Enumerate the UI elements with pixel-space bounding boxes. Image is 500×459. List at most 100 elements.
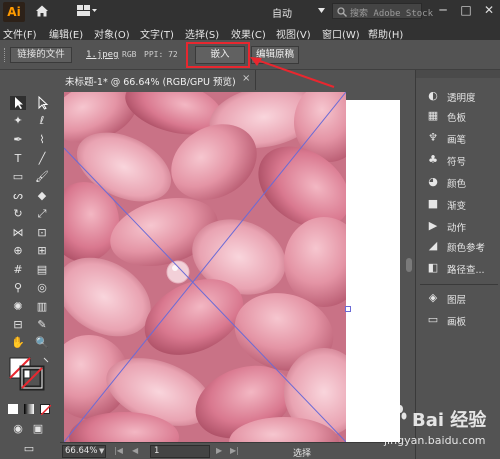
gradient-mode-icon[interactable]	[24, 404, 34, 414]
panel-label: 画笔	[447, 135, 467, 146]
canvas-area[interactable]	[60, 90, 403, 442]
column-graph-tool-icon[interactable]: ▥	[34, 300, 50, 314]
menu-file[interactable]: 文件(F)	[3, 26, 37, 41]
maximize-button[interactable]: □	[459, 3, 473, 17]
type-tool-icon[interactable]: T	[10, 152, 26, 166]
scale-tool-icon[interactable]: ⤢	[34, 207, 50, 221]
tools-panel: ✦ ℓ ✒ ⌇ T ╱ ▭ 🖌 ᔕ ◆ ↻ ⤢ ⋈ ⊡ ⊕ ⊞ # ▤ ⚲ ◎ …	[0, 70, 60, 459]
eraser-tool-icon[interactable]: ◆	[34, 189, 50, 203]
next-page-icon[interactable]: ▶	[216, 446, 222, 455]
panel-pathfinder[interactable]: ◧ 路径查...	[424, 260, 500, 276]
hand-tool-icon[interactable]: ✋	[10, 336, 26, 350]
shape-builder-tool-icon[interactable]: ⊕	[10, 244, 26, 258]
search-icon	[337, 7, 347, 17]
last-page-icon[interactable]: ▶|	[230, 446, 239, 455]
change-screen-mode-icon[interactable]: ▭	[18, 442, 40, 456]
gradient-tool-icon[interactable]: ▤	[34, 263, 50, 277]
fill-stroke-swatch-icon[interactable]	[8, 356, 50, 392]
menu-view[interactable]: 视图(V)	[276, 26, 311, 41]
screen-mode-icon[interactable]: ▣	[30, 422, 46, 436]
panel-artboards[interactable]: ▭ 画板	[424, 312, 500, 328]
paintbrush-tool-icon[interactable]: 🖌	[34, 170, 50, 184]
page-number-value: 1	[154, 446, 160, 456]
current-tool-status[interactable]: 选择	[293, 446, 311, 459]
selection-tool-icon[interactable]	[10, 96, 26, 110]
document-tab[interactable]: 未标题-1* @ 66.64% (RGB/GPU 预览) ×	[60, 70, 256, 90]
panel-color-guide[interactable]: ◢ 颜色参考	[424, 238, 500, 254]
blend-tool-icon[interactable]: ◎	[34, 281, 50, 295]
title-bar: Ai 自动 搜索 Adobe Stock ─ □ ✕	[0, 0, 500, 24]
panel-color[interactable]: ◕ 颜色	[424, 174, 500, 190]
illustrator-window: Ai 自动 搜索 Adobe Stock ─ □ ✕ 文件(F) 编辑(E) 对…	[0, 0, 500, 459]
previous-page-icon[interactable]: ◀	[132, 446, 138, 455]
perspective-grid-tool-icon[interactable]: ⊞	[34, 244, 50, 258]
close-tab-icon[interactable]: ×	[242, 73, 250, 84]
embed-button[interactable]: 嵌入	[195, 46, 245, 64]
minimize-button[interactable]: ─	[436, 3, 450, 17]
panel-layers[interactable]: ◈ 图层	[424, 290, 500, 306]
linked-file-button[interactable]: 链接的文件	[10, 47, 72, 63]
menu-select[interactable]: 选择(S)	[185, 26, 219, 41]
draw-mode-icon[interactable]: ◉	[10, 422, 26, 436]
scrollbar-thumb[interactable]	[406, 258, 412, 272]
vertical-scrollbar[interactable]	[403, 90, 415, 442]
magic-wand-tool-icon[interactable]: ✦	[10, 114, 26, 128]
line-tool-icon[interactable]: ╱	[34, 152, 50, 166]
color-icon: ◕	[428, 175, 438, 188]
mesh-tool-icon[interactable]: #	[10, 263, 26, 277]
color-mode-icon[interactable]	[8, 404, 18, 414]
slice-tool-icon[interactable]: ✎	[34, 318, 50, 332]
artboard-tool-icon[interactable]: ⊟	[10, 318, 26, 332]
control-bar-grip[interactable]	[4, 48, 7, 62]
direct-selection-tool-icon[interactable]	[34, 95, 50, 110]
panel-transparency[interactable]: ◐ 透明度	[424, 88, 500, 104]
menu-type[interactable]: 文字(T)	[140, 26, 174, 41]
rose-petals-graphic	[64, 92, 346, 442]
rectangle-tool-icon[interactable]: ▭	[10, 170, 26, 184]
panel-actions[interactable]: ▶ 动作	[424, 218, 500, 234]
free-transform-tool-icon[interactable]: ⊡	[34, 226, 50, 240]
swatches-icon: ▦	[427, 109, 439, 122]
menu-bar: 文件(F) 编辑(E) 对象(O) 文字(T) 选择(S) 效果(C) 视图(V…	[0, 24, 500, 41]
home-icon[interactable]	[35, 4, 49, 18]
page-number-field[interactable]: 1	[150, 445, 210, 458]
stock-search-input[interactable]: 搜索 Adobe Stock	[332, 3, 433, 19]
menu-object[interactable]: 对象(O)	[94, 26, 130, 41]
none-mode-icon[interactable]	[40, 404, 52, 416]
menu-help[interactable]: 帮助(H)	[368, 26, 403, 41]
watermark-brand: Bai 经验	[412, 410, 487, 431]
lasso-tool-icon[interactable]: ℓ	[34, 114, 50, 128]
chevron-down-icon[interactable]	[318, 8, 325, 13]
panel-separator	[420, 284, 498, 285]
chevron-down-icon[interactable]: ▼	[99, 446, 104, 457]
artboard	[344, 100, 400, 442]
workspace-label[interactable]: 自动	[272, 5, 292, 20]
rotate-tool-icon[interactable]: ↻	[10, 207, 26, 221]
symbol-sprayer-tool-icon[interactable]: ✺	[10, 300, 26, 314]
linked-filename-link[interactable]: 1.jpeg	[86, 50, 119, 60]
zoom-tool-icon[interactable]: 🔍	[34, 336, 50, 350]
baidu-paw-icon	[383, 402, 407, 426]
menu-effect[interactable]: 效果(C)	[231, 26, 266, 41]
panel-label: 色板	[447, 113, 467, 124]
rose-petals-image[interactable]	[64, 92, 346, 442]
workspace-switcher-icon[interactable]	[77, 5, 97, 17]
panel-label: 透明度	[447, 93, 476, 104]
curvature-tool-icon[interactable]: ⌇	[34, 133, 50, 147]
menu-window[interactable]: 窗口(W)	[322, 26, 360, 41]
eyedropper-tool-icon[interactable]: ⚲	[10, 281, 26, 295]
width-tool-icon[interactable]: ⋈	[10, 226, 26, 240]
first-page-icon[interactable]: |◀	[114, 446, 123, 455]
panel-symbols[interactable]: ♣ 符号	[424, 152, 500, 168]
panel-dock-grip[interactable]	[416, 70, 500, 78]
panel-gradient[interactable]: ■ 渐变	[424, 196, 500, 212]
panel-brushes[interactable]: ♆ 画笔	[424, 130, 500, 146]
panel-swatches[interactable]: ▦ 色板	[424, 108, 500, 124]
shaper-tool-icon[interactable]: ᔕ	[10, 189, 26, 203]
pen-tool-icon[interactable]: ✒	[10, 133, 26, 147]
pathfinder-icon: ◧	[427, 261, 439, 274]
bounding-box-handle[interactable]	[345, 306, 351, 312]
zoom-level-field[interactable]: 66.64% ▼	[62, 445, 106, 458]
close-button[interactable]: ✕	[482, 3, 496, 17]
menu-edit[interactable]: 编辑(E)	[49, 26, 83, 41]
